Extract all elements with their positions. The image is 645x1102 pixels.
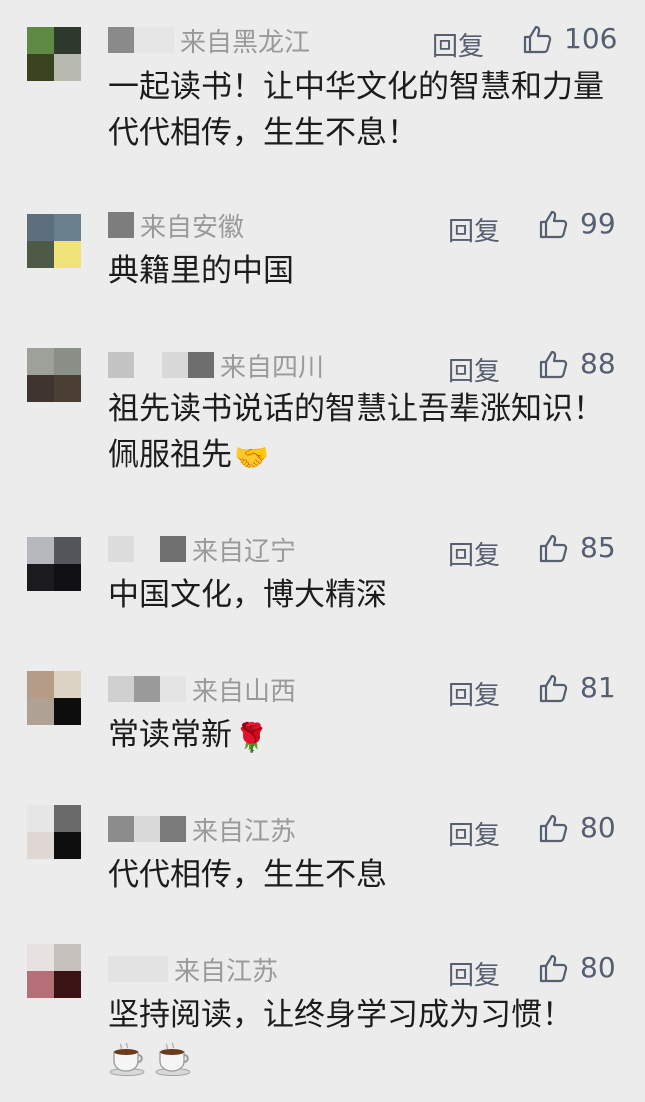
avatar-pixel [54, 971, 81, 998]
reply-button[interactable]: 回复 [448, 815, 500, 852]
avatar-pixel [27, 805, 54, 832]
thumbs-up-icon [523, 25, 552, 53]
avatar-pixel [27, 832, 54, 859]
avatar-pixel [27, 944, 54, 971]
location-label: 来自安徽 [140, 212, 245, 243]
rose-emoji: 🌹 [234, 721, 269, 754]
location-label: 来自黑龙江 [180, 27, 311, 58]
comment-text: 一起读书！让中华文化的智慧和力量代代相传，生生不息！ [108, 69, 604, 151]
avatar[interactable] [27, 27, 81, 81]
avatar-pixel [27, 348, 54, 375]
avatar-pixel [54, 944, 81, 971]
thumbs-up-icon [539, 534, 568, 562]
like-count: 99 [580, 207, 616, 240]
hot-beverage-icon [108, 1042, 146, 1076]
avatar-pixel [54, 671, 81, 698]
location-label: 来自江苏 [174, 956, 279, 987]
emoji-row [108, 1042, 192, 1076]
comment-meta: 来自江苏 [108, 811, 296, 847]
location-label: 来自山西 [192, 676, 297, 707]
avatar-pixel [54, 54, 81, 81]
like-count: 88 [580, 347, 616, 380]
comment-text: 坚持阅读，让终身学习成为习惯！ [108, 997, 573, 1033]
avatar-pixel [27, 241, 54, 268]
like-button[interactable]: 81 [538, 671, 616, 704]
reply-button[interactable]: 回复 [448, 535, 500, 572]
comment-text: 典籍里的中国 [108, 253, 294, 289]
avatar[interactable] [27, 944, 81, 998]
avatar-pixel [54, 832, 81, 859]
username-blurred[interactable] [108, 675, 186, 703]
like-count: 80 [580, 951, 616, 984]
like-button[interactable]: 80 [538, 811, 616, 844]
avatar[interactable] [27, 805, 81, 859]
like-button[interactable]: 85 [538, 531, 616, 564]
thumbs-up-icon [539, 814, 568, 842]
avatar-pixel [54, 564, 81, 591]
username-blurred[interactable] [108, 815, 186, 843]
reply-button[interactable]: 回复 [448, 675, 500, 712]
avatar-pixel [27, 27, 54, 54]
comment-text: 代代相传，生生不息 [108, 857, 387, 893]
like-count: 81 [580, 671, 616, 704]
thumbs-up-icon [539, 210, 568, 238]
avatar-pixel [27, 214, 54, 241]
reply-button[interactable]: 回复 [448, 955, 500, 992]
avatar-pixel [54, 241, 81, 268]
avatar-pixel [27, 375, 54, 402]
thumbs-up-icon [539, 954, 568, 982]
avatar-pixel [27, 537, 54, 564]
hot-beverage-icon [154, 1042, 192, 1076]
avatar-pixel [54, 537, 81, 564]
comment-meta: 来自江苏 [108, 951, 278, 987]
like-button[interactable]: 106 [522, 22, 617, 55]
avatar-pixel [54, 805, 81, 832]
location-label: 来自四川 [220, 352, 325, 383]
thumbs-up-icon [539, 350, 568, 378]
avatar-pixel [54, 348, 81, 375]
like-button[interactable]: 80 [538, 951, 616, 984]
username-blurred[interactable] [108, 26, 174, 54]
avatar[interactable] [27, 671, 81, 725]
like-count: 106 [564, 22, 618, 55]
avatar-pixel [54, 214, 81, 241]
like-button[interactable]: 88 [538, 347, 616, 380]
avatar[interactable] [27, 537, 81, 591]
comment-text-body: 常读常新 [108, 717, 232, 753]
like-count: 85 [580, 531, 616, 564]
avatar-pixel [27, 564, 54, 591]
avatar-pixel [54, 375, 81, 402]
comment-meta: 来自四川 [108, 347, 324, 383]
location-label: 来自江苏 [192, 816, 297, 847]
comment-meta: 来自安徽 [108, 207, 244, 243]
thumbs-up-icon [539, 674, 568, 702]
username-blurred[interactable] [108, 211, 134, 239]
avatar-pixel [27, 971, 54, 998]
like-count: 80 [580, 811, 616, 844]
avatar-pixel [54, 27, 81, 54]
comment-meta: 来自黑龙江 [108, 22, 310, 58]
comment-text: 常读常新🌹 [108, 712, 618, 761]
avatar[interactable] [27, 348, 81, 402]
comment-text: 祖先读书说话的智慧让吾辈涨知识！佩服祖先🤝 [108, 386, 618, 481]
handshake-emoji: 🤝 [234, 441, 269, 474]
username-blurred[interactable] [108, 535, 186, 563]
comment-meta: 来自辽宁 [108, 531, 296, 567]
username-blurred[interactable] [108, 955, 168, 983]
location-label: 来自辽宁 [192, 536, 297, 567]
comment-meta: 来自山西 [108, 671, 296, 707]
username-blurred[interactable] [108, 351, 214, 379]
comment-text: 中国文化，博大精深 [108, 577, 387, 613]
avatar-pixel [54, 698, 81, 725]
like-button[interactable]: 99 [538, 207, 616, 240]
avatar-pixel [27, 698, 54, 725]
avatar[interactable] [27, 214, 81, 268]
reply-button[interactable]: 回复 [448, 211, 500, 248]
avatar-pixel [27, 54, 54, 81]
avatar-pixel [27, 671, 54, 698]
comment-text-body: 祖先读书说话的智慧让吾辈涨知识！佩服祖先 [108, 391, 604, 473]
reply-button[interactable]: 回复 [432, 26, 484, 63]
reply-button[interactable]: 回复 [448, 351, 500, 388]
